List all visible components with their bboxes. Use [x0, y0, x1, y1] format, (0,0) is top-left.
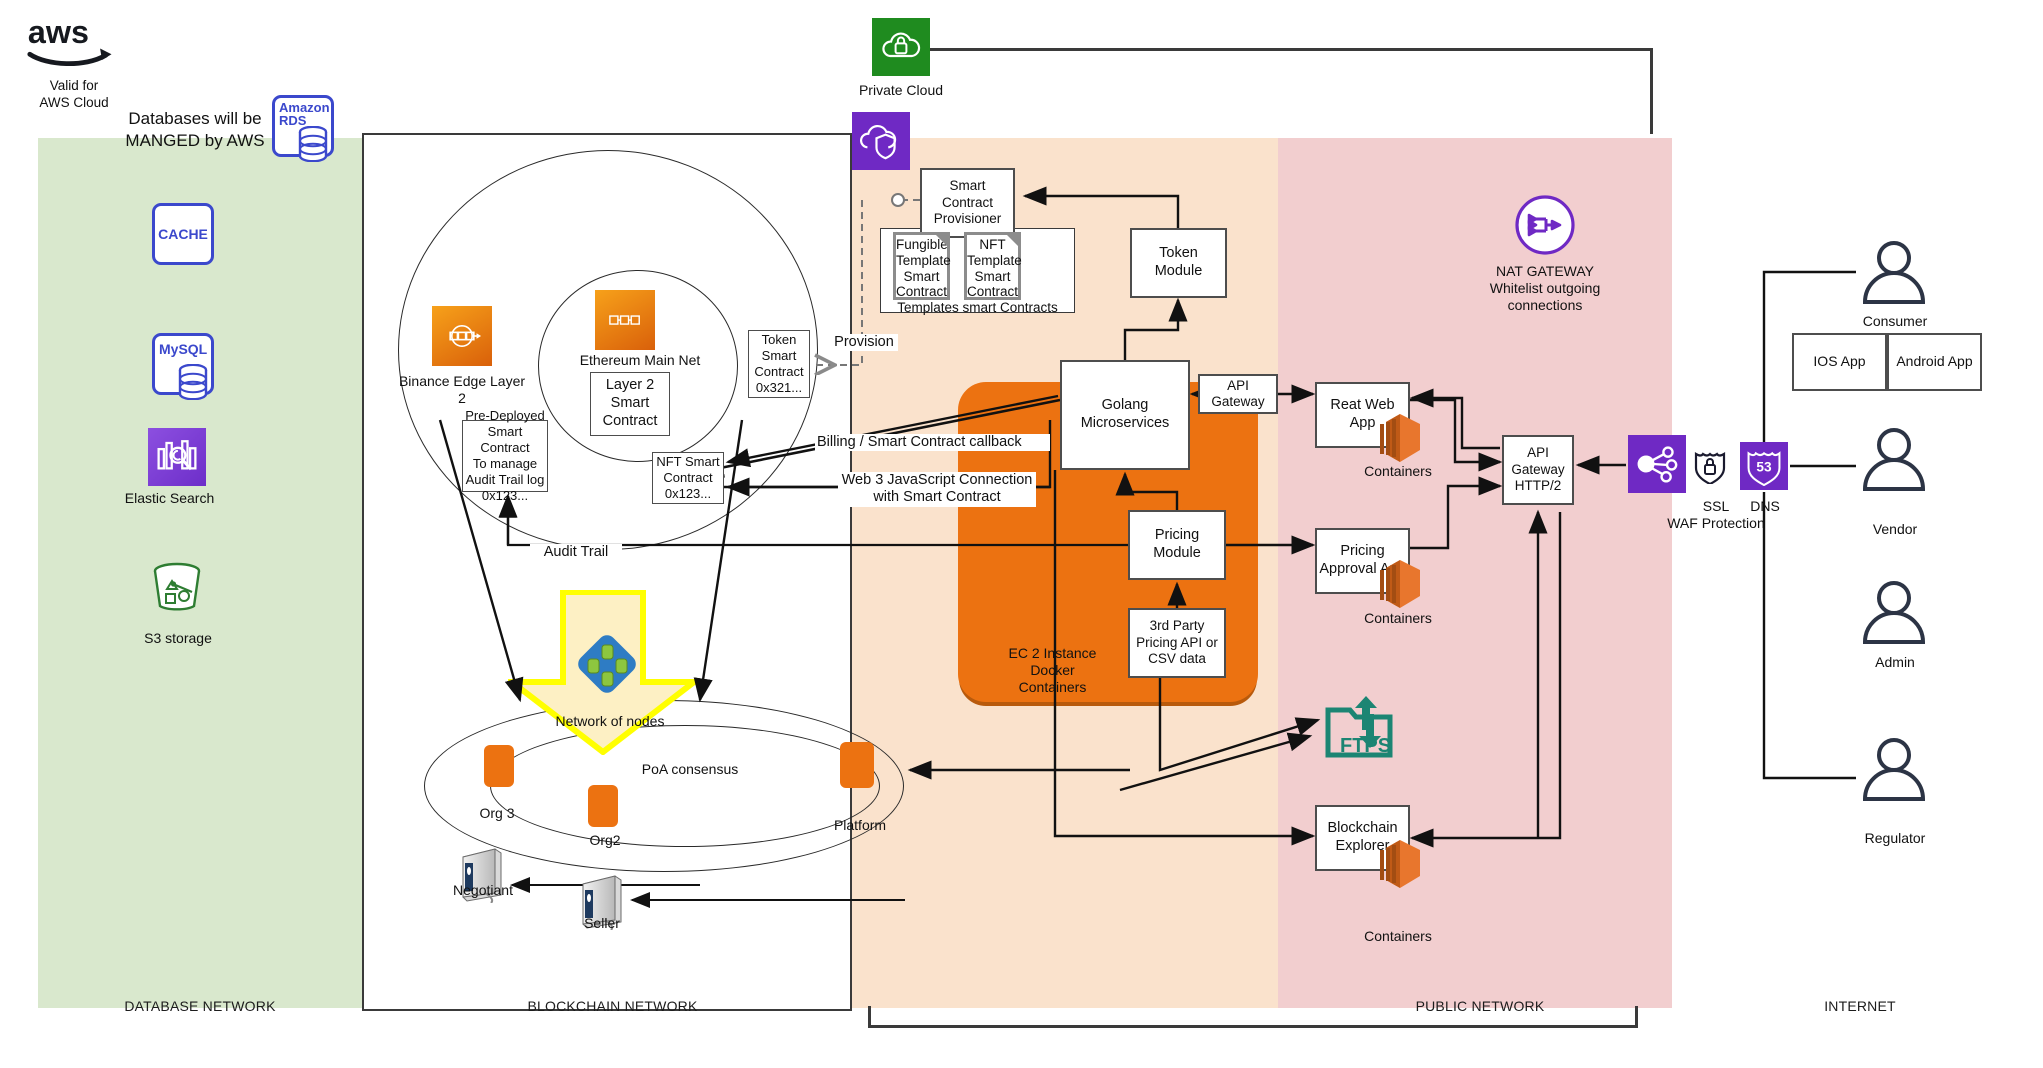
regulator-label: Regulator — [1864, 830, 1926, 846]
nft-template-doc[interactable]: NFT Template Smart Contract — [964, 232, 1022, 300]
golang-microservices-node[interactable]: Golang Microservices — [1060, 360, 1190, 470]
vendor-label: Vendor — [1872, 521, 1918, 537]
vendor-user-icon — [1858, 425, 1930, 495]
s3-storage-caption: S3 storage — [144, 630, 212, 646]
consumer-label: Consumer — [1862, 313, 1928, 329]
zone-label-public: PUBLIC NETWORK — [1415, 998, 1545, 1014]
ethereum-mainnet-caption: Ethereum Main Net — [579, 352, 701, 368]
react-app-containers-caption: Containers — [1364, 463, 1432, 479]
binance-layer2-caption: Binance Edge Layer 2 — [398, 373, 526, 406]
ethereum-mainnet-icon — [595, 290, 655, 350]
web3-connection-label: Web 3 JavaScript Connection with Smart C… — [838, 472, 1036, 507]
fungible-template-doc[interactable]: Fungible Template Smart Contract — [893, 232, 951, 300]
billing-callback-label: Billing / Smart Contract callback — [815, 434, 1050, 452]
provision-label: Provision — [830, 334, 898, 352]
explorer-containers-icon — [1376, 838, 1422, 890]
ftps-icon: FTPS — [1322, 690, 1396, 760]
org2-block — [588, 785, 618, 827]
cache-label: CACHE — [158, 226, 208, 242]
api-gateway-node[interactable]: API Gateway — [1198, 374, 1278, 414]
aws-logo: aws — [26, 12, 121, 68]
elastic-search-icon — [148, 428, 206, 486]
architecture-diagram: aws Valid for AWS Cloud Databases will b… — [0, 0, 2043, 1068]
ios-app-node[interactable]: IOS App — [1792, 333, 1887, 391]
pricing-app-containers-caption: Containers — [1364, 610, 1432, 626]
rds-cylinder-icon — [298, 125, 328, 163]
react-app-containers-icon — [1376, 412, 1422, 464]
negotiant-label: Negotiant — [453, 882, 513, 898]
private-cloud-icon — [872, 18, 930, 76]
private-cloud-top-rail — [908, 48, 1653, 51]
platform-label: Platform — [833, 817, 887, 833]
admin-user-icon — [1858, 578, 1930, 648]
route53-dns-icon[interactable]: 53 — [1740, 442, 1788, 490]
poa-consensus-label: PoA consensus — [641, 761, 739, 777]
cloud-security-icon — [852, 112, 910, 170]
token-module-node[interactable]: Token Module — [1130, 228, 1227, 298]
s3-storage-icon — [148, 562, 206, 614]
pricing-app-containers-icon — [1376, 558, 1422, 610]
zone-label-blockchain: BLOCKCHAIN NETWORK — [527, 998, 698, 1014]
audit-trail-label: Audit Trail — [530, 544, 622, 562]
nft-smart-contract-node[interactable]: NFT Smart Contract 0x123... — [652, 452, 724, 504]
dns-caption: DNS — [1750, 498, 1780, 514]
smart-contract-provisioner-node[interactable]: Smart Contract Provisioner — [920, 168, 1015, 238]
ftps-text: FTPS — [1340, 735, 1391, 757]
nat-gateway-icon — [1514, 194, 1576, 256]
binance-layer2-icon — [432, 306, 492, 366]
private-cloud-caption: Private Cloud — [858, 82, 944, 98]
network-of-nodes-icon — [578, 635, 636, 693]
rds-label-line1: Amazon — [279, 100, 330, 115]
platform-block — [840, 742, 874, 788]
network-of-nodes-caption: Network of nodes — [555, 713, 665, 729]
dns-badge-text: 53 — [1756, 459, 1772, 474]
android-app-node[interactable]: Android App — [1887, 333, 1982, 391]
zone-label-internet: INTERNET — [1824, 998, 1896, 1014]
consumer-user-icon — [1858, 238, 1930, 308]
private-cloud-top-rail-right — [1650, 48, 1653, 134]
mysql-label: MySQL — [159, 341, 208, 357]
waf-node-icon — [1628, 435, 1686, 493]
explorer-containers-caption: Containers — [1364, 928, 1432, 944]
org3-label: Org 3 — [479, 805, 515, 821]
token-smart-contract-node[interactable]: Token Smart Contract 0x321... — [748, 330, 810, 398]
elastic-search-caption: Elastic Search — [124, 490, 215, 506]
ssl-shield-icon — [1692, 448, 1728, 486]
third-party-pricing-node[interactable]: 3rd Party Pricing API or CSV data — [1128, 608, 1226, 678]
templates-group-label: Templates smart Contracts — [897, 300, 1058, 315]
ec2-caption: EC 2 Instance Docker Containers — [1008, 645, 1097, 695]
pre-deployed-smart-contract-node[interactable]: Pre-Deployed Smart Contract To manage Au… — [462, 408, 548, 503]
mysql-cylinder-icon — [178, 363, 208, 401]
svg-text:aws: aws — [28, 14, 89, 50]
nat-gateway-caption: NAT GATEWAY Whitelist outgoing connectio… — [1489, 263, 1601, 313]
zone-label-database: DATABASE NETWORK — [124, 998, 276, 1014]
aws-cloud-subtitle: Valid for AWS Cloud — [39, 78, 109, 110]
regulator-user-icon — [1858, 735, 1930, 805]
org2-label: Org2 — [589, 832, 621, 848]
layer2-smart-contract-node[interactable]: Layer 2 Smart Contract — [590, 372, 670, 436]
cache-icon: CACHE — [152, 203, 214, 265]
pricing-module-node[interactable]: Pricing Module — [1128, 510, 1226, 580]
seller-label: Seller — [584, 915, 620, 931]
admin-label: Admin — [1875, 654, 1915, 670]
api-gateway-http2-node[interactable]: API Gateway HTTP/2 — [1502, 435, 1574, 505]
